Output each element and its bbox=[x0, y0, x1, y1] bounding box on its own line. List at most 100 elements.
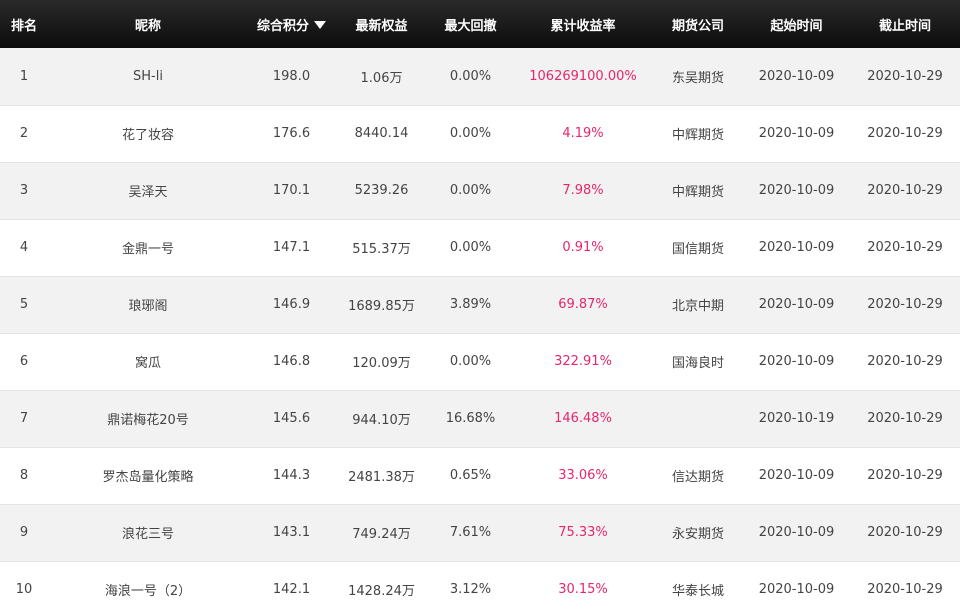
score-cell: 176.6 bbox=[272, 126, 311, 141]
table-row[interactable]: 8 罗杰岛量化策略 144.3 2481.38万 0.65% 33.06% 信达… bbox=[0, 447, 960, 504]
score-cell: 145.6 bbox=[272, 411, 311, 426]
drawdown-cell: 0.65% bbox=[449, 468, 492, 483]
table-row[interactable]: 9 浪花三号 143.1 749.24万 7.61% 75.33% 永安期货 2… bbox=[0, 504, 960, 561]
name-cell[interactable]: 罗杰岛量化策略 bbox=[48, 447, 248, 504]
rank-cell: 9 bbox=[19, 525, 29, 540]
name-cell[interactable]: 鼎诺梅花20号 bbox=[48, 390, 248, 447]
table-row[interactable]: 7 鼎诺梅花20号 145.6 944.10万 16.68% 146.48% 2… bbox=[0, 390, 960, 447]
end-date-cell: 2020-10-29 bbox=[867, 183, 943, 198]
name-cell[interactable]: 浪花三号 bbox=[48, 504, 248, 561]
header-rank[interactable]: 排名 bbox=[0, 0, 48, 48]
end-date-cell: 2020-10-29 bbox=[867, 582, 943, 597]
table-body: 1 SH-li 198.0 1.06万 0.00% 106269100.00% … bbox=[0, 48, 960, 616]
company-cell: 东吴期货 bbox=[671, 70, 724, 86]
start-date-cell: 2020-10-09 bbox=[758, 468, 835, 483]
header-name[interactable]: 昵称 bbox=[48, 0, 248, 48]
start-date-cell: 2020-10-09 bbox=[758, 183, 835, 198]
name-cell[interactable]: 金鼎一号 bbox=[48, 219, 248, 276]
table-row[interactable]: 6 窝瓜 146.8 120.09万 0.00% 322.91% 国海良时 20… bbox=[0, 333, 960, 390]
end-date-cell: 2020-10-29 bbox=[867, 411, 943, 426]
return-cell: 30.15% bbox=[558, 582, 608, 597]
end-date-cell: 2020-10-29 bbox=[867, 240, 943, 255]
caret-down-icon[interactable] bbox=[314, 20, 326, 29]
end-date-cell: 2020-10-29 bbox=[867, 297, 943, 312]
score-cell: 146.9 bbox=[272, 297, 311, 312]
name-cell[interactable]: 吴泽天 bbox=[48, 162, 248, 219]
header-row: 排名 昵称 综合积分 最新权益 最大回撤 累计收益率 期货公司 起始时间 截止时… bbox=[0, 0, 960, 48]
drawdown-cell: 16.68% bbox=[445, 411, 496, 426]
return-cell: 7.98% bbox=[562, 183, 604, 198]
header-return[interactable]: 累计收益率 bbox=[513, 0, 653, 48]
drawdown-cell: 3.89% bbox=[449, 297, 492, 312]
equity-cell: 1428.24万 bbox=[348, 584, 415, 599]
company-cell bbox=[653, 390, 743, 447]
company-cell: 永安期货 bbox=[671, 527, 724, 542]
header-score-label: 综合积分 bbox=[256, 18, 309, 34]
company-cell: 信达期货 bbox=[671, 470, 724, 485]
name-cell[interactable]: 海浪一号（2） bbox=[48, 561, 248, 616]
equity-cell: 1.06万 bbox=[360, 70, 403, 86]
start-date-cell: 2020-10-09 bbox=[758, 240, 835, 255]
company-cell: 中辉期货 bbox=[671, 128, 724, 143]
header-end[interactable]: 截止时间 bbox=[850, 0, 960, 48]
score-cell: 142.1 bbox=[272, 582, 311, 597]
start-date-cell: 2020-10-19 bbox=[758, 411, 835, 426]
return-cell: 146.48% bbox=[554, 411, 612, 426]
header-drawdown[interactable]: 最大回撤 bbox=[428, 0, 513, 48]
end-date-cell: 2020-10-29 bbox=[867, 126, 943, 141]
equity-cell: 120.09万 bbox=[352, 356, 411, 371]
score-cell: 147.1 bbox=[272, 240, 311, 255]
company-cell: 华泰长城 bbox=[671, 584, 724, 599]
table-row[interactable]: 5 琅琊阁 146.9 1689.85万 3.89% 69.87% 北京中期 2… bbox=[0, 276, 960, 333]
header-score-sort[interactable]: 综合积分 bbox=[248, 0, 335, 48]
equity-cell: 944.10万 bbox=[352, 413, 411, 428]
drawdown-cell: 0.00% bbox=[449, 126, 492, 141]
equity-cell: 749.24万 bbox=[352, 527, 411, 542]
table-row[interactable]: 2 花了妆容 176.6 8440.14 0.00% 4.19% 中辉期货 20… bbox=[0, 105, 960, 162]
table-row[interactable]: 3 吴泽天 170.1 5239.26 0.00% 7.98% 中辉期货 202… bbox=[0, 162, 960, 219]
equity-cell: 515.37万 bbox=[352, 242, 411, 257]
start-date-cell: 2020-10-09 bbox=[758, 126, 835, 141]
name-cell[interactable]: 琅琊阁 bbox=[48, 276, 248, 333]
score-cell: 143.1 bbox=[272, 525, 311, 540]
name-cell[interactable]: 窝瓜 bbox=[48, 333, 248, 390]
return-cell: 4.19% bbox=[562, 126, 604, 141]
rank-cell: 10 bbox=[15, 582, 33, 597]
drawdown-cell: 0.00% bbox=[449, 354, 492, 369]
score-cell: 146.8 bbox=[272, 354, 311, 369]
return-cell: 75.33% bbox=[558, 525, 608, 540]
table-row[interactable]: 4 金鼎一号 147.1 515.37万 0.00% 0.91% 国信期货 20… bbox=[0, 219, 960, 276]
drawdown-cell: 3.12% bbox=[449, 582, 492, 597]
score-cell: 198.0 bbox=[272, 68, 311, 84]
ranking-table: 排名 昵称 综合积分 最新权益 最大回撤 累计收益率 期货公司 起始时间 截止时… bbox=[0, 0, 960, 616]
header-company[interactable]: 期货公司 bbox=[653, 0, 743, 48]
header-start[interactable]: 起始时间 bbox=[743, 0, 850, 48]
rank-cell: 2 bbox=[19, 126, 29, 141]
return-cell: 106269100.00% bbox=[529, 68, 637, 84]
company-cell: 中辉期货 bbox=[671, 185, 724, 200]
header-equity[interactable]: 最新权益 bbox=[335, 0, 428, 48]
start-date-cell: 2020-10-09 bbox=[758, 354, 835, 369]
score-cell: 144.3 bbox=[272, 468, 311, 483]
company-cell: 北京中期 bbox=[671, 299, 724, 314]
table-row[interactable]: 10 海浪一号（2） 142.1 1428.24万 3.12% 30.15% 华… bbox=[0, 561, 960, 616]
end-date-cell: 2020-10-29 bbox=[867, 468, 943, 483]
end-date-cell: 2020-10-29 bbox=[867, 525, 943, 540]
return-cell: 0.91% bbox=[562, 240, 604, 255]
equity-cell: 5239.26 bbox=[354, 183, 409, 198]
start-date-cell: 2020-10-09 bbox=[758, 525, 835, 540]
name-cell[interactable]: 花了妆容 bbox=[48, 105, 248, 162]
table-row[interactable]: 1 SH-li 198.0 1.06万 0.00% 106269100.00% … bbox=[0, 48, 960, 105]
return-cell: 33.06% bbox=[558, 468, 608, 483]
start-date-cell: 2020-10-09 bbox=[758, 68, 835, 84]
rank-cell: 8 bbox=[19, 468, 29, 483]
rank-cell: 6 bbox=[19, 354, 29, 369]
end-date-cell: 2020-10-29 bbox=[867, 354, 943, 369]
name-cell[interactable]: SH-li bbox=[48, 48, 248, 105]
company-cell: 国信期货 bbox=[671, 242, 724, 257]
rank-cell: 7 bbox=[19, 411, 29, 426]
drawdown-cell: 0.00% bbox=[449, 183, 492, 198]
drawdown-cell: 0.00% bbox=[449, 240, 492, 255]
drawdown-cell: 0.00% bbox=[449, 68, 492, 84]
score-cell: 170.1 bbox=[272, 183, 311, 198]
